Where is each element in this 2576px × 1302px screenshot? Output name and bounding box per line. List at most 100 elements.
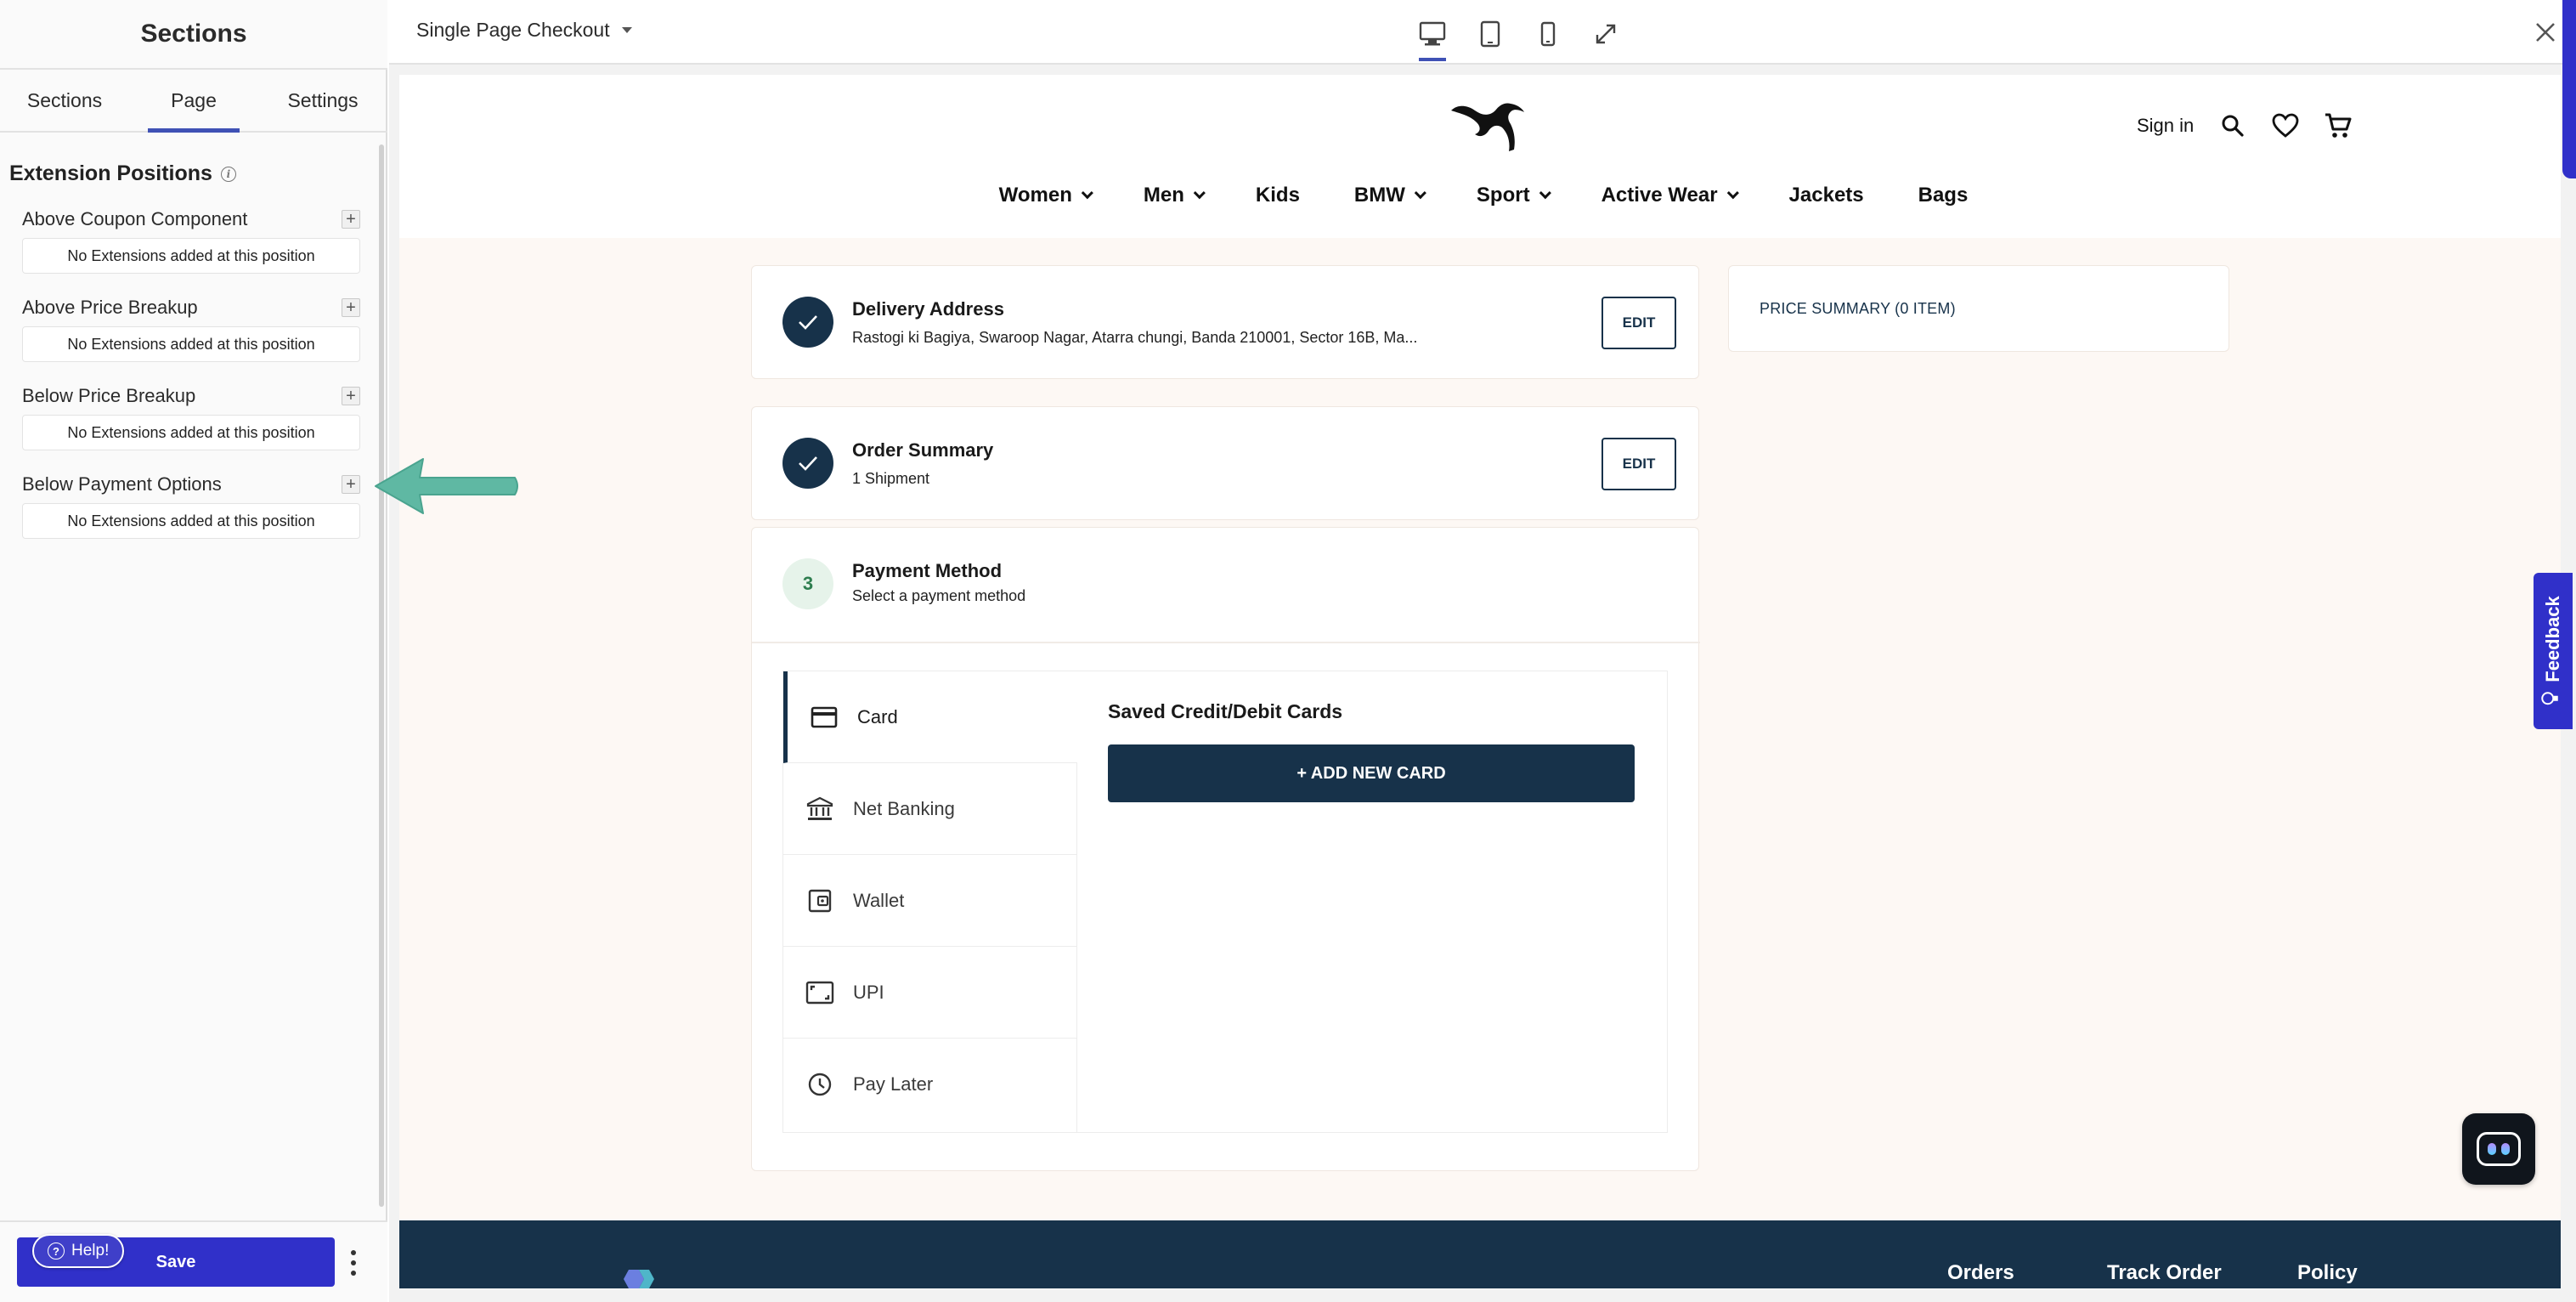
nav-item-kids[interactable]: Kids xyxy=(1249,184,1300,207)
delivery-address-text: Rastogi ki Bagiya, Swaroop Nagar, Atarra… xyxy=(852,329,1418,346)
divider xyxy=(752,642,1700,643)
mobile-view-icon[interactable] xyxy=(1531,17,1565,51)
tab-page[interactable]: Page xyxy=(129,70,258,133)
panel-footer: Save ? Help! xyxy=(0,1220,387,1302)
nav-item-bags[interactable]: Bags xyxy=(1912,184,1969,207)
position-group-above-coupon: Above Coupon Component + No Extensions a… xyxy=(22,201,360,274)
panel-title: Sections xyxy=(0,0,387,70)
payment-method-card: 3 Payment Method Select a payment method… xyxy=(751,527,1700,1171)
position-label: Below Price Breakup xyxy=(22,385,196,406)
header-actions: Sign in xyxy=(2137,109,2355,143)
main-navigation: Women Men Kids BMW Sport Active Wear Jac… xyxy=(399,184,2561,207)
card-icon xyxy=(810,703,839,732)
sign-in-link[interactable]: Sign in xyxy=(2137,115,2194,137)
panel-scrollbar[interactable] xyxy=(379,144,384,1207)
caret-down-icon xyxy=(621,27,632,33)
chat-bot-icon[interactable] xyxy=(2462,1113,2535,1185)
feedback-label: Feedback xyxy=(2542,596,2563,682)
add-extension-icon[interactable]: + xyxy=(342,475,360,494)
payment-option-label: Card xyxy=(857,705,898,727)
nav-label: BMW xyxy=(1353,184,1405,207)
empty-position-message: No Extensions added at this position xyxy=(22,238,360,274)
feedback-tab[interactable]: Feedback xyxy=(2534,573,2573,729)
footer-logo-icon xyxy=(620,1266,658,1288)
nav-label: Sport xyxy=(1476,184,1530,207)
payment-option-card[interactable]: Card xyxy=(783,671,1077,763)
chevron-down-icon xyxy=(1081,187,1093,200)
delivery-address-title: Delivery Address xyxy=(852,298,1004,320)
payment-method-title: Payment Method xyxy=(852,560,1003,581)
editor-side-panel: Sections Sections Page Settings Extensio… xyxy=(0,0,387,1302)
payment-option-wallet[interactable]: Wallet xyxy=(783,855,1077,947)
wallet-icon xyxy=(805,886,834,915)
editor-topbar: Single Page Checkout xyxy=(389,0,2576,65)
tablet-view-icon[interactable] xyxy=(1473,17,1507,51)
add-extension-icon[interactable]: + xyxy=(342,298,360,317)
edit-address-button[interactable]: EDIT xyxy=(1602,297,1676,349)
nav-item-sport[interactable]: Sport xyxy=(1470,184,1551,207)
scroll-indicator[interactable] xyxy=(2562,0,2576,178)
payment-option-pay-later[interactable]: Pay Later xyxy=(783,1039,1077,1130)
nav-item-men[interactable]: Men xyxy=(1137,184,1206,207)
nav-item-active-wear[interactable]: Active Wear xyxy=(1595,184,1739,207)
more-options-icon[interactable] xyxy=(343,1241,364,1285)
order-summary-subtitle: 1 Shipment xyxy=(852,470,930,487)
nav-item-women[interactable]: Women xyxy=(992,184,1093,207)
tab-settings[interactable]: Settings xyxy=(258,70,387,131)
preview-canvas: Sign in Women Men Kids BMW Sport Active … xyxy=(389,65,2576,1302)
payment-method-list: Card Net Banking Wallet UPI Pay Later xyxy=(783,671,1077,1132)
nav-item-jackets[interactable]: Jackets xyxy=(1782,184,1864,207)
position-group-above-price-breakup: Above Price Breakup + No Extensions adde… xyxy=(22,289,360,362)
check-icon xyxy=(782,438,833,489)
nav-item-bmw[interactable]: BMW xyxy=(1347,184,1426,207)
position-group-below-price-breakup: Below Price Breakup + No Extensions adde… xyxy=(22,377,360,450)
delivery-address-card: Delivery Address Rastogi ki Bagiya, Swar… xyxy=(751,265,1699,379)
position-group-below-payment-options: Below Payment Options + No Extensions ad… xyxy=(22,466,360,539)
page-select-dropdown[interactable]: Single Page Checkout xyxy=(416,19,632,42)
empty-position-message: No Extensions added at this position xyxy=(22,503,360,539)
fullscreen-icon[interactable] xyxy=(1589,17,1623,51)
check-icon xyxy=(782,297,833,348)
clock-icon xyxy=(805,1070,834,1099)
footer-link-policy[interactable]: Policy xyxy=(2297,1261,2358,1285)
page-select-value: Single Page Checkout xyxy=(416,19,610,41)
bank-icon xyxy=(805,795,834,824)
nav-label: Women xyxy=(998,184,1072,207)
nav-label: Bags xyxy=(1918,184,1969,207)
tab-sections[interactable]: Sections xyxy=(0,70,129,131)
position-label: Below Payment Options xyxy=(22,473,222,495)
add-extension-icon[interactable]: + xyxy=(342,387,360,405)
cart-icon[interactable] xyxy=(2321,109,2355,143)
edit-order-button[interactable]: EDIT xyxy=(1602,438,1676,490)
payment-option-net-banking[interactable]: Net Banking xyxy=(783,763,1077,855)
help-button[interactable]: ? Help! xyxy=(32,1234,125,1268)
panel-tabs: Sections Page Settings xyxy=(0,70,387,133)
extension-positions-title: Extension Positions xyxy=(9,161,212,185)
payment-option-upi[interactable]: UPI xyxy=(783,947,1077,1039)
nav-label: Men xyxy=(1143,184,1184,207)
empty-position-message: No Extensions added at this position xyxy=(22,326,360,362)
close-icon[interactable] xyxy=(2528,15,2562,49)
annotation-arrow-icon xyxy=(370,452,522,520)
payment-option-label: Wallet xyxy=(853,889,905,911)
payment-option-label: UPI xyxy=(853,981,884,1003)
help-label: Help! xyxy=(71,1242,110,1260)
order-summary-card: Order Summary 1 Shipment EDIT xyxy=(751,406,1699,520)
add-extension-icon[interactable]: + xyxy=(342,210,360,229)
footer-link-track-order[interactable]: Track Order xyxy=(2107,1261,2222,1285)
brand-logo[interactable] xyxy=(1446,93,1528,155)
position-label: Above Coupon Component xyxy=(22,208,248,229)
chevron-down-icon xyxy=(1726,187,1739,200)
desktop-view-icon[interactable] xyxy=(1415,17,1449,61)
price-summary-label: PRICE SUMMARY (0 ITEM) xyxy=(1760,300,1956,317)
add-new-card-button[interactable]: + ADD NEW CARD xyxy=(1108,744,1635,802)
info-icon[interactable]: i xyxy=(220,166,236,182)
site-header: Sign in Women Men Kids BMW Sport Active … xyxy=(399,75,2561,238)
footer-link-orders[interactable]: Orders xyxy=(1947,1261,2014,1285)
panel-body: Extension Positions i Above Coupon Compo… xyxy=(0,133,379,1220)
search-icon[interactable] xyxy=(2216,109,2250,143)
price-summary-card: PRICE SUMMARY (0 ITEM) xyxy=(1728,265,2229,352)
payment-method-subtitle: Select a payment method xyxy=(852,587,1026,604)
nav-label: Kids xyxy=(1255,184,1300,207)
heart-icon[interactable] xyxy=(2268,109,2302,143)
